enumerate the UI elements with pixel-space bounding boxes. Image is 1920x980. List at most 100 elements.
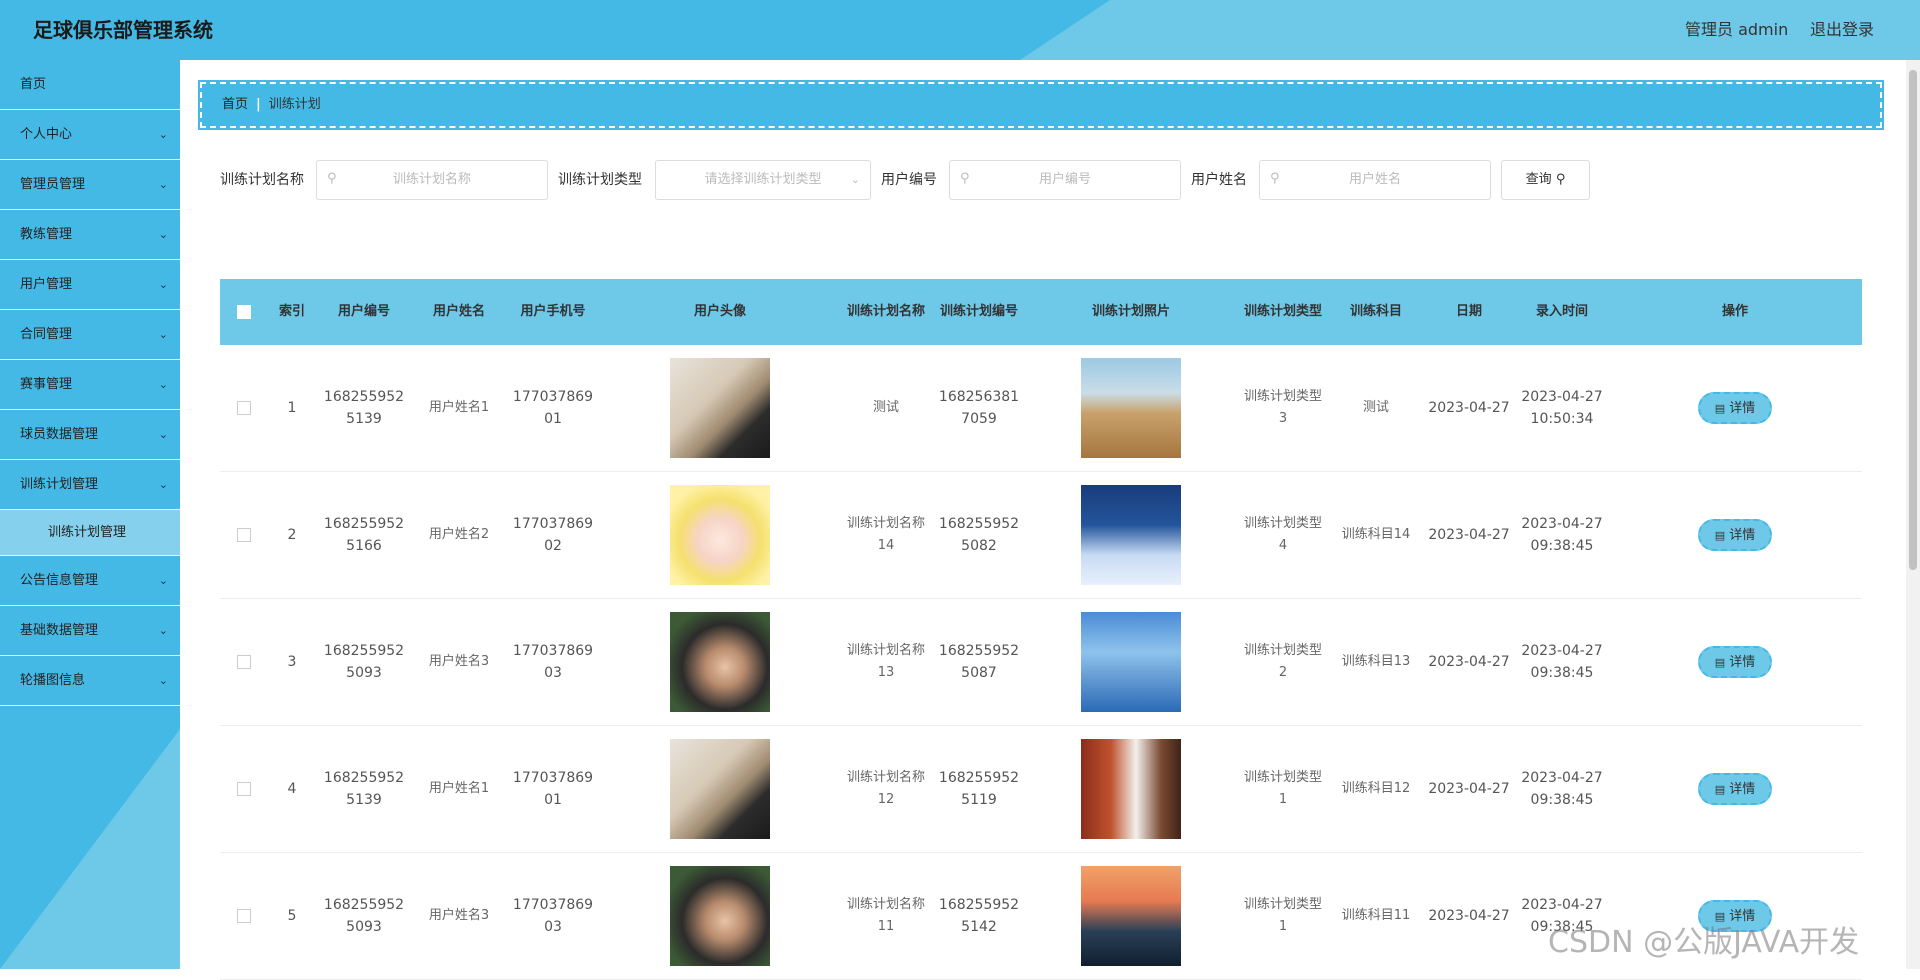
cell-subject: 训练科目11 bbox=[1330, 852, 1422, 980]
watermark: CSDN @公版JAVA开发 bbox=[1548, 925, 1860, 960]
cell-index: 1 bbox=[268, 345, 316, 472]
breadcrumb-separator: | bbox=[256, 97, 261, 112]
user-name-label: 用户姓名 bbox=[1191, 172, 1247, 188]
cell-plan-no: 1682559525142 bbox=[932, 852, 1026, 980]
select-all-checkbox[interactable] bbox=[237, 304, 251, 319]
sidebar-item-label: 赛事管理 bbox=[20, 377, 73, 392]
vertical-scrollbar[interactable] bbox=[1906, 60, 1920, 969]
cell-date: 2023-04-27 bbox=[1422, 598, 1516, 726]
detail-button[interactable]: ▤ 详情 bbox=[1698, 392, 1772, 424]
detail-button[interactable]: ▤ 详情 bbox=[1698, 646, 1772, 678]
cell-user-no: 1682559525093 bbox=[316, 852, 412, 980]
sidebar-item-user-management[interactable]: 用户管理 ⌄ bbox=[0, 260, 180, 310]
breadcrumb: 首页 | 训练计划 bbox=[198, 80, 1884, 130]
header-plan-type: 训练计划类型 bbox=[1236, 279, 1330, 345]
search-icon: ⚲ bbox=[1555, 172, 1566, 187]
sidebar-item-base-data-management[interactable]: 基础数据管理 ⌄ bbox=[0, 606, 180, 656]
logout-link[interactable]: 退出登录 bbox=[1810, 0, 1874, 60]
plan-photo-image bbox=[1081, 485, 1181, 585]
cell-plan-no: 1682559525087 bbox=[932, 598, 1026, 726]
cell-plan-name: 训练计划名称14 bbox=[840, 471, 932, 599]
cell-user-no: 1682559525139 bbox=[316, 725, 412, 853]
detail-button-label: 详情 bbox=[1729, 782, 1756, 797]
query-button-label: 查询 bbox=[1525, 172, 1552, 187]
chevron-down-icon: ⌄ bbox=[158, 478, 168, 491]
cell-avatar bbox=[600, 598, 840, 726]
cell-created: 2023-04-27 09:38:45 bbox=[1516, 471, 1608, 599]
plan-type-select[interactable]: 请选择训练计划类型 ⌄ bbox=[655, 160, 871, 200]
cell-user-name: 用户姓名3 bbox=[412, 852, 506, 980]
row-checkbox[interactable] bbox=[237, 401, 251, 415]
sidebar-item-label: 基础数据管理 bbox=[20, 623, 99, 638]
cell-plan-no: 1682559525082 bbox=[932, 471, 1026, 599]
sidebar-item-personal-center[interactable]: 个人中心 ⌄ bbox=[0, 110, 180, 160]
plan-name-label: 训练计划名称 bbox=[220, 172, 304, 188]
cell-plan-photo bbox=[1026, 345, 1236, 472]
sidebar-item-carousel-info[interactable]: 轮播图信息 ⌄ bbox=[0, 656, 180, 706]
header-user-no: 用户编号 bbox=[316, 279, 412, 345]
sidebar-subitem-training-plan[interactable]: 训练计划管理 bbox=[0, 510, 180, 556]
table-row: 3 1682559525093 用户姓名3 17703786903 训练计划名称… bbox=[220, 598, 1862, 726]
cell-created: 2023-04-27 10:50:34 bbox=[1516, 345, 1608, 472]
user-no-input[interactable]: ⚲ 用户编号 bbox=[949, 160, 1181, 200]
sidebar-item-player-data-management[interactable]: 球员数据管理 ⌄ bbox=[0, 410, 180, 460]
cell-subject: 训练科目12 bbox=[1330, 725, 1422, 853]
header-subject: 训练科目 bbox=[1330, 279, 1422, 345]
plan-name-input[interactable]: ⚲ 训练计划名称 bbox=[316, 160, 548, 200]
cell-plan-photo bbox=[1026, 598, 1236, 726]
user-avatar-image bbox=[670, 485, 770, 585]
table-row: 4 1682559525139 用户姓名1 17703786901 训练计划名称… bbox=[220, 725, 1862, 853]
cell-plan-type: 训练计划类型1 bbox=[1236, 725, 1330, 853]
cell-plan-no: 1682563817059 bbox=[932, 345, 1026, 472]
cell-created: 2023-04-27 09:38:45 bbox=[1516, 725, 1608, 853]
sidebar-item-admin-management[interactable]: 管理员管理 ⌄ bbox=[0, 160, 180, 210]
cell-plan-type: 训练计划类型2 bbox=[1236, 598, 1330, 726]
plan-name-placeholder: 训练计划名称 bbox=[392, 172, 471, 187]
sidebar-item-coach-management[interactable]: 教练管理 ⌄ bbox=[0, 210, 180, 260]
sidebar-item-label: 管理员管理 bbox=[20, 177, 86, 192]
row-checkbox[interactable] bbox=[237, 528, 251, 542]
cell-user-no: 1682559525166 bbox=[316, 471, 412, 599]
row-checkbox[interactable] bbox=[237, 782, 251, 796]
cell-phone: 17703786901 bbox=[506, 345, 600, 472]
cell-plan-photo bbox=[1026, 852, 1236, 980]
header-plan-name: 训练计划名称 bbox=[840, 279, 932, 345]
query-button[interactable]: 查询 ⚲ bbox=[1501, 160, 1590, 200]
row-checkbox[interactable] bbox=[237, 655, 251, 669]
cell-plan-photo bbox=[1026, 725, 1236, 853]
sidebar-item-match-management[interactable]: 赛事管理 ⌄ bbox=[0, 360, 180, 410]
cell-created: 2023-04-27 09:38:45 bbox=[1516, 598, 1608, 726]
sidebar-item-label: 训练计划管理 bbox=[20, 477, 99, 492]
breadcrumb-home[interactable]: 首页 bbox=[222, 97, 248, 112]
table-row: 2 1682559525166 用户姓名2 17703786902 训练计划名称… bbox=[220, 471, 1862, 599]
sidebar-item-label: 合同管理 bbox=[20, 327, 73, 342]
plan-photo-image bbox=[1081, 866, 1181, 966]
sidebar-item-label: 公告信息管理 bbox=[20, 573, 99, 588]
user-name-input[interactable]: ⚲ 用户姓名 bbox=[1259, 160, 1491, 200]
chevron-down-icon: ⌄ bbox=[158, 378, 168, 391]
cell-actions: ▤ 详情 bbox=[1608, 345, 1862, 472]
table-header-row: 索引 用户编号 用户姓名 用户手机号 用户头像 训练计划名称 训练计划编号 训练… bbox=[220, 279, 1862, 345]
document-icon: ▤ bbox=[1714, 783, 1726, 796]
sidebar-item-contract-management[interactable]: 合同管理 ⌄ bbox=[0, 310, 180, 360]
cell-user-name: 用户姓名3 bbox=[412, 598, 506, 726]
chevron-down-icon: ⌄ bbox=[850, 173, 860, 186]
cell-date: 2023-04-27 bbox=[1422, 345, 1516, 472]
detail-button[interactable]: ▤ 详情 bbox=[1698, 519, 1772, 551]
chevron-down-icon: ⌄ bbox=[158, 128, 168, 141]
cell-index: 2 bbox=[268, 471, 316, 599]
scrollbar-thumb[interactable] bbox=[1909, 70, 1917, 570]
user-avatar-image bbox=[670, 358, 770, 458]
sidebar-item-notice-management[interactable]: 公告信息管理 ⌄ bbox=[0, 556, 180, 606]
cell-plan-photo bbox=[1026, 471, 1236, 599]
header-user-name: 用户姓名 bbox=[412, 279, 506, 345]
user-no-label: 用户编号 bbox=[881, 172, 937, 188]
cell-date: 2023-04-27 bbox=[1422, 852, 1516, 980]
row-checkbox[interactable] bbox=[237, 909, 251, 923]
detail-button-label: 详情 bbox=[1729, 528, 1756, 543]
cell-user-name: 用户姓名2 bbox=[412, 471, 506, 599]
sidebar-item-home[interactable]: 首页 bbox=[0, 60, 180, 110]
chevron-down-icon: ⌄ bbox=[158, 624, 168, 637]
detail-button[interactable]: ▤ 详情 bbox=[1698, 773, 1772, 805]
sidebar-item-training-plan-management[interactable]: 训练计划管理 ⌄ bbox=[0, 460, 180, 510]
